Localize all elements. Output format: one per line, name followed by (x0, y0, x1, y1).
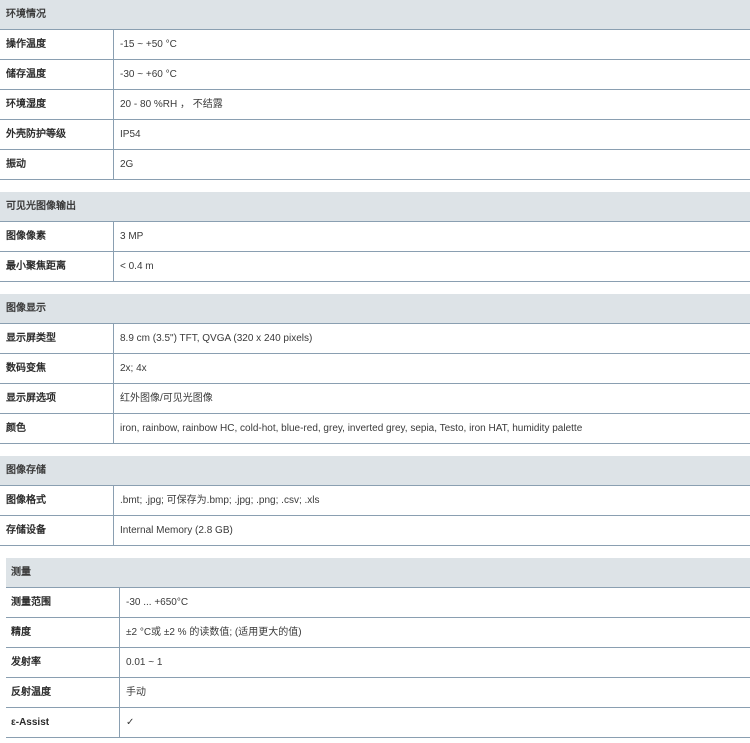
spec-row: 发射率 0.01 ~ 1 (6, 648, 750, 678)
spec-row: 环境湿度 20 - 80 %RH ， 不结露 (0, 90, 750, 120)
spec-label: 显示屏类型 (0, 324, 114, 353)
spec-value: 20 - 80 %RH ， 不结露 (120, 99, 223, 110)
section-visible-image-output: 可见光图像输出 图像像素 3 MP 最小聚焦距离 < 0.4 m (0, 192, 750, 282)
spec-row: 储存温度 -30 ~ +60 °C (0, 60, 750, 90)
check-icon: ✓ (126, 717, 135, 728)
spec-label: 环境湿度 (0, 90, 114, 119)
section-title: 可见光图像输出 (0, 192, 750, 222)
spec-row: 图像像素 3 MP (0, 222, 750, 252)
section-title: 环境情况 (0, 0, 750, 30)
spec-row: 精度 ±2 °C或 ±2 % 的读数值; (适用更大的值) (6, 618, 750, 648)
section-title: 测量 (6, 558, 750, 588)
spec-row: 显示屏选项 红外图像/可见光图像 (0, 384, 750, 414)
section-measurement: 测量 测量范围 -30 ... +650°C 精度 ±2 °C或 ±2 % 的读… (6, 558, 750, 738)
section-gap (0, 282, 750, 294)
spec-value: IP54 (120, 129, 141, 140)
spec-value: -30 ~ +60 °C (120, 69, 177, 80)
spec-value: -15 ~ +50 °C (120, 39, 177, 50)
spec-row: 最小聚焦距离 < 0.4 m (0, 252, 750, 282)
spec-row: ε-Assist ✓ (6, 708, 750, 738)
spec-value: 2x; 4x (120, 363, 147, 374)
spec-value: 2G (120, 159, 134, 170)
spec-label: 数码变焦 (0, 354, 114, 383)
section-image-storage: 图像存储 图像格式 .bmt; .jpg; 可保存为.bmp; .jpg; .p… (0, 456, 750, 546)
spec-row: 颜色 iron, rainbow, rainbow HC, cold-hot, … (0, 414, 750, 444)
spec-label: 最小聚焦距离 (0, 252, 114, 281)
section-gap (0, 546, 750, 558)
spec-label: 振动 (0, 150, 114, 179)
section-environment: 环境情况 操作温度 -15 ~ +50 °C 储存温度 -30 ~ +60 °C… (0, 0, 750, 180)
spec-label: 显示屏选项 (0, 384, 114, 413)
spec-value: ±2 °C或 ±2 % 的读数值; (适用更大的值) (126, 627, 302, 638)
spec-value: .bmt; .jpg; 可保存为.bmp; .jpg; .png; .csv; … (120, 495, 320, 506)
spec-label: 操作温度 (0, 30, 114, 59)
spec-label: 反射温度 (6, 678, 120, 707)
spec-row: 振动 2G (0, 150, 750, 180)
spec-value: iron, rainbow, rainbow HC, cold-hot, blu… (120, 423, 583, 434)
section-image-display: 图像显示 显示屏类型 8.9 cm (3.5") TFT, QVGA (320 … (0, 294, 750, 444)
spec-label: 外壳防护等级 (0, 120, 114, 149)
spec-value: 红外图像/可见光图像 (120, 393, 213, 404)
spec-label: 测量范围 (6, 588, 120, 617)
spec-row: 显示屏类型 8.9 cm (3.5") TFT, QVGA (320 x 240… (0, 324, 750, 354)
spec-row: 数码变焦 2x; 4x (0, 354, 750, 384)
spec-row: 操作温度 -15 ~ +50 °C (0, 30, 750, 60)
spec-row: 反射温度 手动 (6, 678, 750, 708)
spec-label: 图像像素 (0, 222, 114, 251)
section-gap (0, 180, 750, 192)
spec-label: 存储设备 (0, 516, 114, 545)
section-title: 图像显示 (0, 294, 750, 324)
section-gap (0, 444, 750, 456)
spec-label: 储存温度 (0, 60, 114, 89)
spec-value: 3 MP (120, 231, 144, 242)
spec-row: 外壳防护等级 IP54 (0, 120, 750, 150)
spec-label: 发射率 (6, 648, 120, 677)
spec-table: 环境情况 操作温度 -15 ~ +50 °C 储存温度 -30 ~ +60 °C… (0, 0, 750, 738)
spec-label: 精度 (6, 618, 120, 647)
spec-value: Internal Memory (2.8 GB) (120, 525, 233, 536)
spec-label: 图像格式 (0, 486, 114, 515)
spec-label: 颜色 (0, 414, 114, 443)
spec-value: < 0.4 m (120, 261, 154, 272)
spec-row: 存储设备 Internal Memory (2.8 GB) (0, 516, 750, 546)
spec-value: 手动 (126, 687, 146, 698)
spec-value: 0.01 ~ 1 (126, 657, 163, 668)
section-title: 图像存储 (0, 456, 750, 486)
spec-value: 8.9 cm (3.5") TFT, QVGA (320 x 240 pixel… (120, 333, 313, 344)
spec-label: ε-Assist (6, 708, 120, 737)
spec-row: 测量范围 -30 ... +650°C (6, 588, 750, 618)
spec-value: -30 ... +650°C (126, 597, 189, 608)
spec-row: 图像格式 .bmt; .jpg; 可保存为.bmp; .jpg; .png; .… (0, 486, 750, 516)
